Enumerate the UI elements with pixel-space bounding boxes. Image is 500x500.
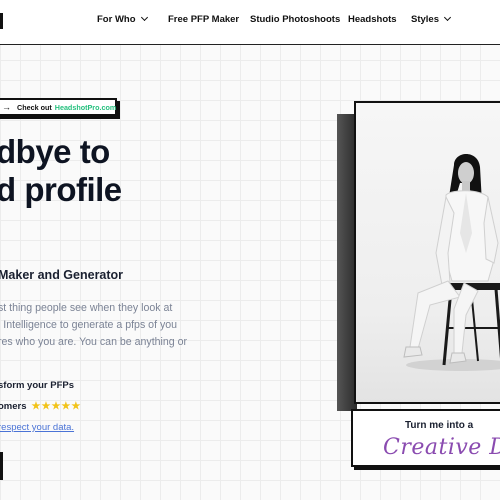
nav-studio-photoshoots[interactable]: Studio Photoshoots xyxy=(250,14,340,25)
nav-styles[interactable]: Styles xyxy=(411,13,452,25)
headline-line-1: dbye to xyxy=(0,133,110,170)
logo[interactable] xyxy=(0,13,3,29)
description-line: res who you are. You can be anything or xyxy=(0,336,188,348)
description-line: l Intelligence to generate a pfps of you xyxy=(0,319,178,331)
nav-for-who[interactable]: For Who xyxy=(97,13,148,25)
nav-free-pfp-maker[interactable]: Free PFP Maker xyxy=(168,14,239,25)
style-caption-card: Turn me into a Creative Dire xyxy=(351,409,500,467)
headline-line-2: d profile xyxy=(0,171,122,208)
woman-in-white-suit-image xyxy=(356,103,500,402)
nav-headshots[interactable]: Headshots xyxy=(348,14,397,25)
chevron-down-icon xyxy=(443,13,452,22)
chevron-down-icon xyxy=(140,13,148,22)
arrow-right-icon: → xyxy=(2,102,11,112)
star-rating-icon: ★★★★★ xyxy=(31,401,82,412)
customer-rating: omers ★★★★★ xyxy=(0,401,81,412)
customers-label: omers xyxy=(0,401,27,412)
nav-free-pfp-maker-label: Free PFP Maker xyxy=(168,14,240,25)
transform-text: sform your PFPs xyxy=(0,380,75,391)
privacy-link[interactable]: respect your data. xyxy=(0,422,74,433)
caption-text: Turn me into a xyxy=(405,420,474,431)
top-nav: For Who Free PFP Maker Studio Photoshoot… xyxy=(0,0,500,45)
caption-style-name: Creative Dire xyxy=(383,435,500,460)
check-out-banner[interactable]: → Check out HeadshotPro.com xyxy=(0,98,117,116)
hero-subheading: Maker and Generator xyxy=(0,268,124,282)
banner-prefix: Check out xyxy=(17,102,52,112)
banner-link[interactable]: HeadshotPro.com xyxy=(55,103,117,112)
description-line: st thing people see when they look at xyxy=(0,302,173,314)
nav-studio-photoshoots-label: Studio Photoshoots xyxy=(250,14,341,25)
nav-styles-label: Styles xyxy=(411,14,439,25)
hero-headline: dbye to d profile xyxy=(0,133,122,209)
nav-for-who-label: For Who xyxy=(97,14,136,25)
hero-description: st thing people see when they look at l … xyxy=(0,300,187,351)
hero-photo xyxy=(354,101,500,404)
nav-headshots-label: Headshots xyxy=(348,14,397,25)
cta-button[interactable] xyxy=(0,452,3,480)
